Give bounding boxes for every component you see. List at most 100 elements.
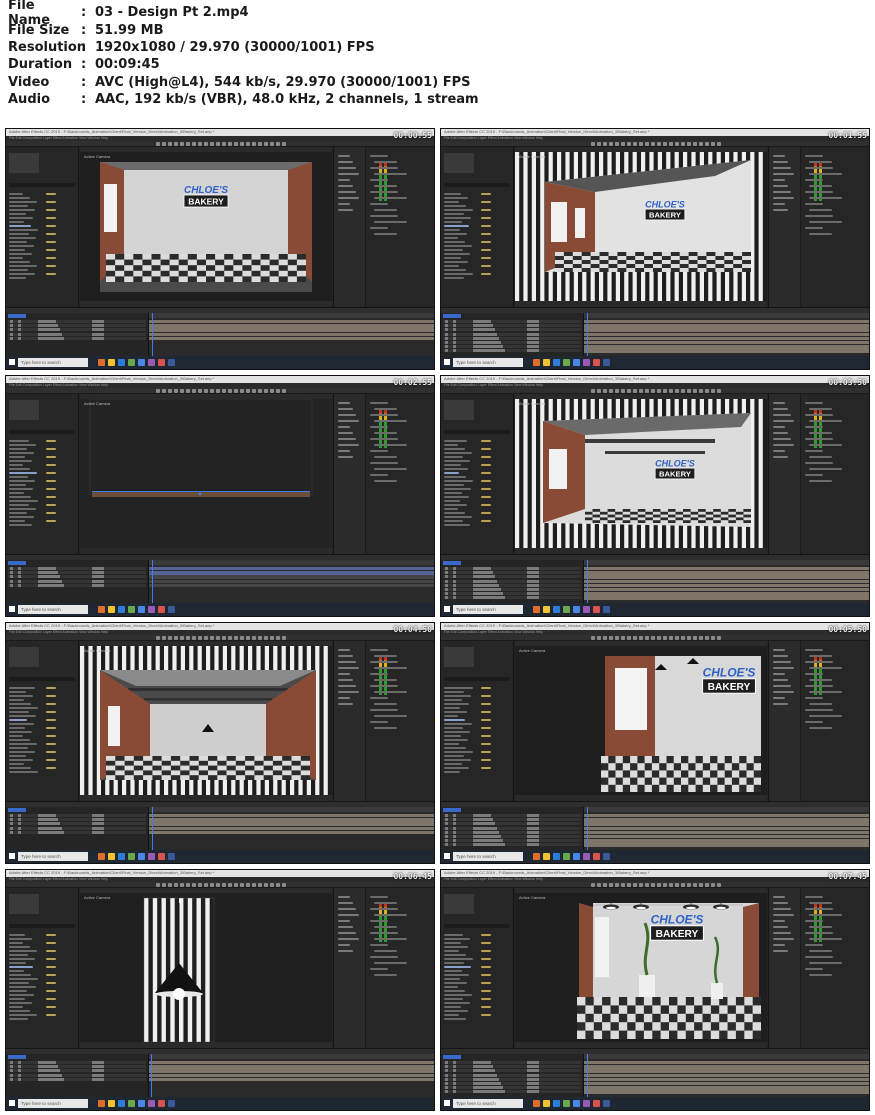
project-item[interactable] (9, 954, 28, 956)
tool-item[interactable] (773, 902, 788, 904)
tool-item[interactable] (773, 432, 788, 434)
tool-item[interactable] (338, 950, 353, 952)
toolbar-tool-icon[interactable] (174, 883, 178, 887)
panel-item[interactable] (370, 920, 388, 922)
toolbar-tool-icon[interactable] (216, 636, 220, 640)
toolbar-tool-icon[interactable] (210, 142, 214, 146)
project-item[interactable] (9, 990, 27, 992)
taskbar-app-icon[interactable] (168, 1100, 175, 1107)
project-item[interactable] (444, 456, 463, 458)
toolbar-tool-icon[interactable] (639, 636, 643, 640)
toolbar-tool-icon[interactable] (627, 883, 631, 887)
toolbar-tool-icon[interactable] (198, 142, 202, 146)
panel-item[interactable] (374, 233, 397, 235)
panel-item[interactable] (374, 185, 397, 187)
toolbar-tool-icon[interactable] (210, 636, 214, 640)
toolbar-tool-icon[interactable] (258, 389, 262, 393)
toolbar-tool-icon[interactable] (156, 883, 160, 887)
project-item[interactable] (444, 468, 468, 470)
project-item[interactable] (444, 703, 469, 705)
toolbar-tool-icon[interactable] (597, 142, 601, 146)
panel-item[interactable] (374, 703, 397, 705)
menu-items[interactable]: File Edit Composition Layer Effect Anima… (444, 877, 543, 881)
toolbar-tool-icon[interactable] (615, 636, 619, 640)
panel-item[interactable] (809, 420, 842, 422)
tool-item[interactable] (338, 450, 350, 452)
toolbar-tool-icon[interactable] (240, 636, 244, 640)
panel-item[interactable] (370, 709, 398, 711)
panel-item[interactable] (809, 715, 842, 717)
panel-item[interactable] (370, 155, 388, 157)
panel-item[interactable] (370, 932, 398, 934)
panel-item[interactable] (370, 908, 398, 910)
project-item[interactable] (9, 440, 29, 442)
project-item[interactable] (444, 982, 467, 984)
tool-item[interactable] (773, 673, 785, 675)
tool-item[interactable] (338, 938, 359, 940)
timeline-layer-row[interactable] (8, 583, 146, 587)
panel-item[interactable] (374, 420, 407, 422)
timeline-layer-bar[interactable] (584, 341, 869, 345)
panel-item[interactable] (370, 179, 388, 181)
project-search-field[interactable] (9, 924, 75, 928)
panel-item[interactable] (805, 920, 823, 922)
toolbar-tool-icon[interactable] (633, 142, 637, 146)
project-item[interactable] (9, 771, 38, 773)
toolbar-tool-icon[interactable] (246, 883, 250, 887)
project-item[interactable] (9, 193, 23, 195)
timeline-layer-row[interactable] (8, 1069, 146, 1073)
taskbar-app-icon[interactable] (168, 853, 175, 860)
panel-item[interactable] (374, 679, 397, 681)
toolbar-tool-icon[interactable] (258, 636, 262, 640)
toolbar-tool-icon[interactable] (264, 883, 268, 887)
tool-item[interactable] (338, 655, 353, 657)
timeline-layer-bar[interactable] (149, 324, 434, 328)
panel-item[interactable] (805, 191, 833, 193)
tool-item[interactable] (338, 173, 359, 175)
project-item[interactable] (9, 1014, 37, 1016)
taskbar-app-icon[interactable] (108, 359, 115, 366)
taskbar-app-icon[interactable] (583, 853, 590, 860)
timeline-layer-row[interactable] (443, 596, 581, 600)
project-item[interactable] (444, 942, 461, 944)
project-item[interactable] (444, 277, 464, 279)
toolbar-tool-icon[interactable] (717, 142, 721, 146)
project-item[interactable] (9, 743, 37, 745)
panel-item[interactable] (374, 914, 407, 916)
toolbar-tool-icon[interactable] (228, 636, 232, 640)
project-item[interactable] (9, 966, 33, 968)
project-item[interactable] (444, 221, 462, 223)
timeline-layer-bar[interactable] (149, 320, 434, 324)
tool-item[interactable] (338, 673, 350, 675)
menu-items[interactable]: File Edit Composition Layer Effect Anima… (444, 136, 543, 140)
panel-item[interactable] (809, 667, 842, 669)
menu-items[interactable]: File Edit Composition Layer Effect Anima… (444, 630, 543, 634)
taskbar-app-icon[interactable] (148, 1100, 155, 1107)
toolbar-tool-icon[interactable] (663, 389, 667, 393)
toolbar-tool-icon[interactable] (258, 142, 262, 146)
toolbar-tool-icon[interactable] (651, 142, 655, 146)
toolbar-tool-icon[interactable] (627, 636, 631, 640)
toolbar-tool-icon[interactable] (258, 883, 262, 887)
tool-item[interactable] (338, 197, 359, 199)
taskbar-app-icon[interactable] (128, 606, 135, 613)
project-item[interactable] (9, 739, 30, 741)
project-item[interactable] (444, 727, 463, 729)
project-item[interactable] (444, 440, 467, 442)
project-item[interactable] (444, 974, 469, 976)
toolbar-tool-icon[interactable] (717, 883, 721, 887)
panel-item[interactable] (809, 962, 842, 964)
panel-item[interactable] (805, 426, 823, 428)
project-item[interactable] (9, 452, 34, 454)
tool-item[interactable] (338, 185, 353, 187)
project-item[interactable] (9, 755, 26, 757)
tool-item[interactable] (338, 926, 353, 928)
timeline-layer-bar[interactable] (584, 567, 869, 571)
toolbar-tool-icon[interactable] (252, 883, 256, 887)
tool-item[interactable] (338, 679, 353, 681)
screenshot-thumbnail[interactable]: Adobe After Effects CC 2019 - F:\Backrou… (5, 869, 435, 1111)
project-item[interactable] (9, 711, 29, 713)
panel-item[interactable] (374, 655, 397, 657)
timeline-layer-row[interactable] (8, 332, 146, 336)
project-item[interactable] (444, 1002, 470, 1004)
